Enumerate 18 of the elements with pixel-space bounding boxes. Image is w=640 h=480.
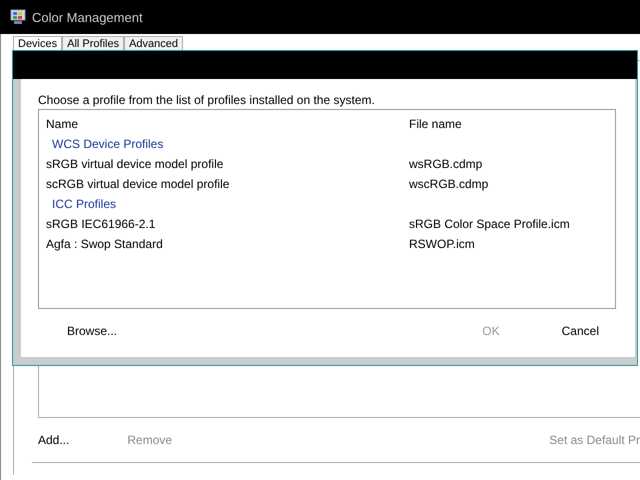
file-name[interactable]: RSWOP.icm <box>409 237 475 251</box>
instruction-text: Choose a profile from the list of profiles installed on the system. <box>38 93 376 109</box>
profile-name[interactable]: Agfa : Swop Standard <box>39 237 409 251</box>
column-header[interactable]: Name <box>39 117 409 131</box>
monitor-icon <box>10 9 26 25</box>
window-title: Color Management <box>32 10 143 24</box>
group-header: ICC Profiles <box>51 197 116 211</box>
file-name[interactable]: wsRGB.cdmp <box>409 157 482 171</box>
profile-name[interactable]: sRGB IEC61966-2.1 <box>39 217 409 231</box>
dialog-button[interactable]: Cancel <box>556 320 605 342</box>
file-name[interactable]: sRGB Color Space Profile.icm <box>409 217 570 231</box>
dialog-button[interactable]: Browse... <box>61 320 124 342</box>
group-header: WCS Device Profiles <box>51 137 164 151</box>
file-name[interactable]: wscRGB.cdmp <box>409 177 488 191</box>
action-button[interactable]: Add... <box>32 429 76 451</box>
profile-name[interactable]: scRGB virtual device model profile <box>39 177 409 191</box>
profile-name[interactable]: sRGB virtual device model profile <box>39 157 409 171</box>
column-header[interactable]: File name <box>409 117 462 131</box>
